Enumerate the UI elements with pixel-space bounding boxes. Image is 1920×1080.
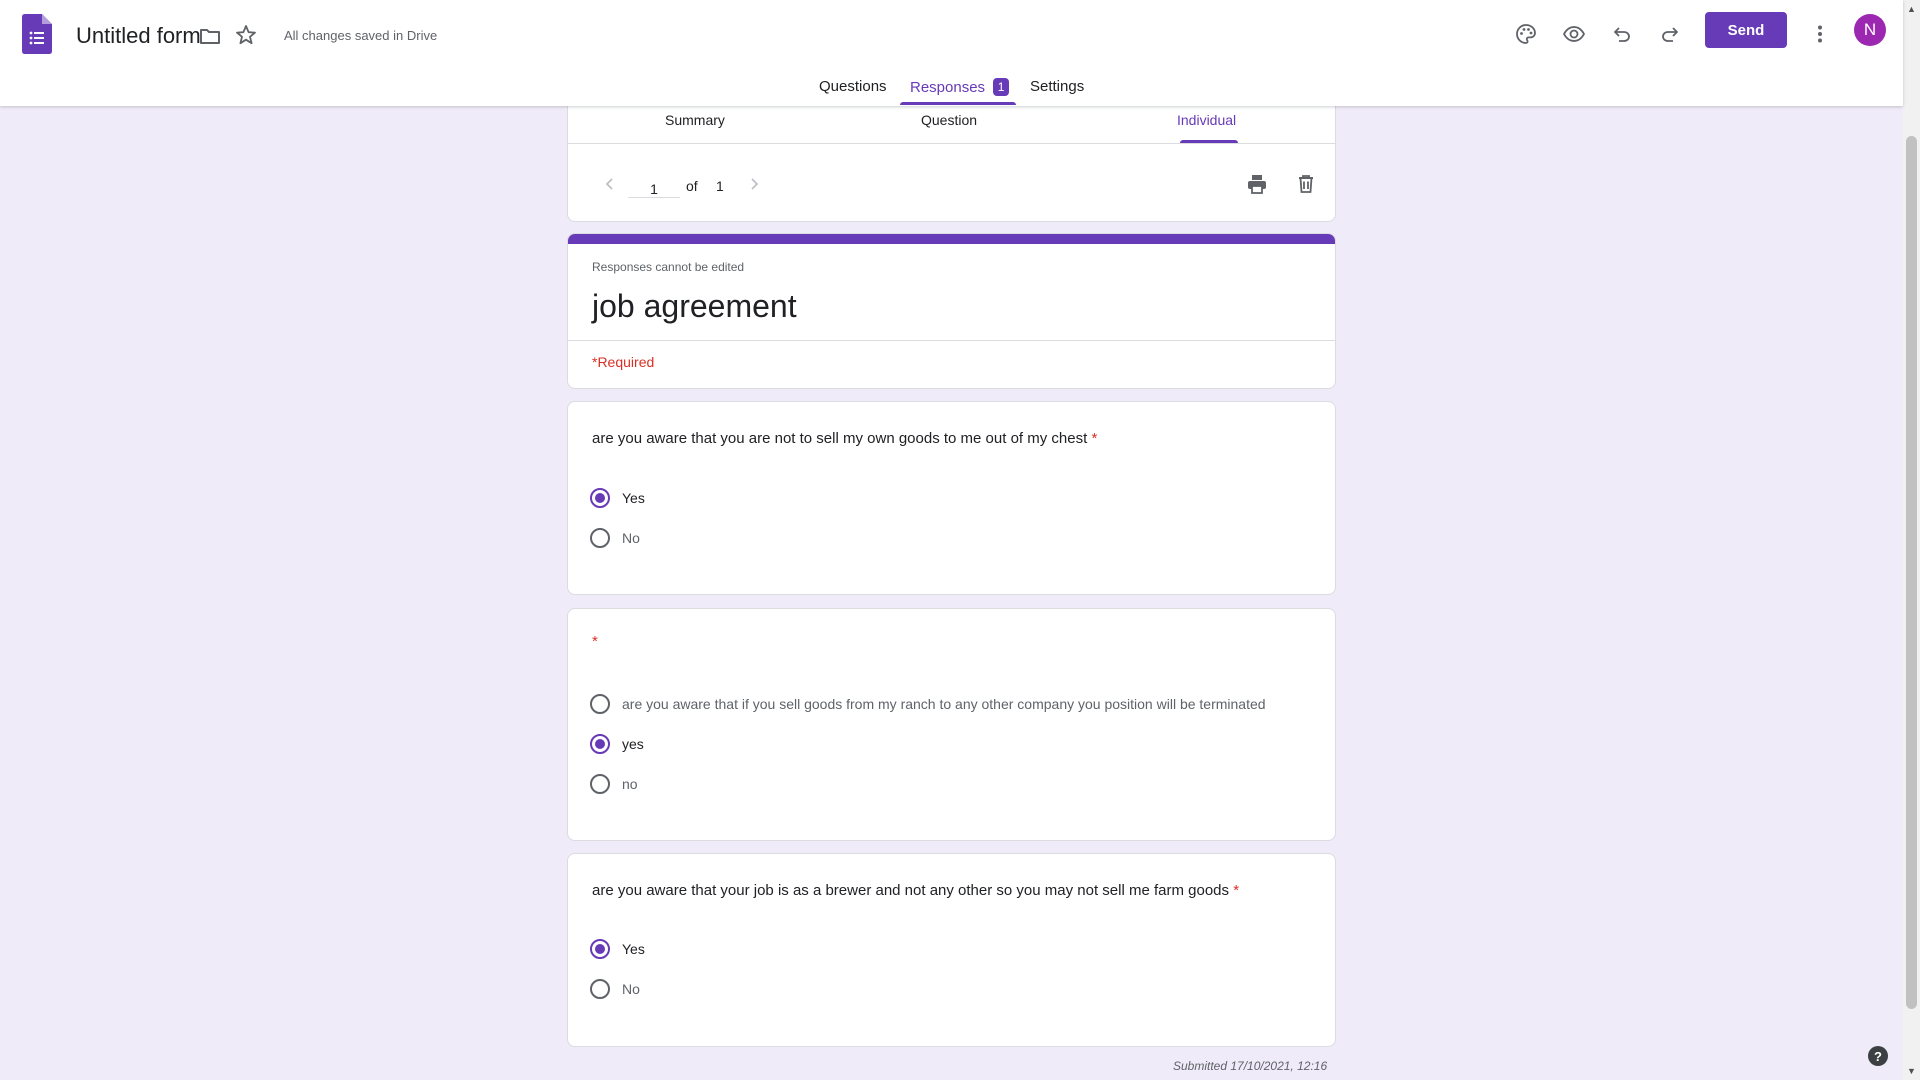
question-card-1: are you aware that you are not to sell m… [567,401,1336,595]
more-options-button[interactable] [1800,14,1840,54]
radio-option[interactable]: No [590,977,640,1001]
print-button[interactable] [1239,166,1275,202]
delete-response-button[interactable] [1288,166,1324,202]
forms-logo-icon[interactable] [22,14,52,54]
radio-option[interactable]: Yes [590,486,645,510]
option-label: Yes [622,490,645,506]
active-tab-indicator [900,102,1016,105]
question-card-2: * are you aware that if you sell goods f… [567,608,1336,841]
response-number-input[interactable] [628,174,680,198]
tab-responses[interactable]: Responses 1 [910,78,1010,96]
help-icon[interactable]: ? [1868,1046,1888,1066]
subtab-summary[interactable]: Summary [665,112,725,128]
radio-option[interactable]: No [590,526,640,550]
radio-option[interactable]: Yes [590,937,645,961]
option-label: No [622,530,640,546]
radio-checked-icon[interactable] [590,734,610,754]
question-title: are you aware that your job is as a brew… [592,882,1239,899]
radio-checked-icon[interactable] [590,488,610,508]
responses-count-badge: 1 [993,78,1010,96]
responses-nav-card: Summary Question Individual of 1 [567,96,1336,222]
app-header: Untitled form All changes saved in Drive… [0,0,1903,106]
question-title: are you aware that you are not to sell m… [592,430,1097,447]
palette-icon [1516,24,1536,44]
send-button[interactable]: Send [1705,12,1787,48]
palette-button[interactable] [1506,14,1546,54]
radio-unchecked-icon[interactable] [590,694,610,714]
chevron-right-icon[interactable] [742,172,766,196]
pager-of-label: of [686,178,698,194]
redo-icon [1662,27,1678,42]
required-note: *Required [592,354,655,370]
required-mark: * [1233,882,1240,899]
divider [568,143,1335,144]
scroll-down-arrow-icon[interactable]: ▼ [1907,1066,1916,1076]
divider [568,340,1335,341]
tab-settings[interactable]: Settings [1030,78,1084,95]
edit-note: Responses cannot be edited [592,260,745,274]
tab-questions[interactable]: Questions [819,78,887,95]
radio-unchecked-icon[interactable] [590,979,610,999]
radio-option[interactable]: no [590,772,638,796]
required-mark: * [592,633,598,650]
radio-option[interactable]: are you aware that if you sell goods fro… [590,692,1266,716]
page-scrollbar[interactable]: ▲ ▼ [1903,0,1920,1080]
form-title-card: Responses cannot be edited job agreement… [567,233,1336,389]
option-label: are you aware that if you sell goods fro… [622,696,1266,712]
trash-icon [1299,175,1313,193]
form-title[interactable]: Untitled form [76,23,201,49]
undo-icon [1614,27,1630,42]
radio-unchecked-icon[interactable] [590,528,610,548]
option-label: yes [622,736,644,752]
scroll-up-arrow-icon[interactable]: ▲ [1907,4,1916,14]
subtab-individual[interactable]: Individual [1177,112,1236,128]
question-text: are you aware that you are not to sell m… [592,430,1088,447]
preview-button[interactable] [1554,14,1594,54]
accent-bar [568,234,1335,244]
question-card-3: are you aware that your job is as a brew… [567,853,1336,1047]
required-mark: * [1091,430,1098,447]
star-icon[interactable] [234,23,258,47]
option-label: No [622,981,640,997]
scroll-thumb[interactable] [1906,136,1917,1009]
folder-icon[interactable] [198,24,222,48]
chevron-left-icon[interactable] [598,172,622,196]
more-vert-icon [1818,25,1822,43]
radio-option[interactable]: yes [590,732,644,756]
submitted-timestamp: Submitted 17/10/2021, 12:16 [1173,1059,1328,1073]
option-label: no [622,776,638,792]
pager-total: 1 [716,178,724,194]
radio-unchecked-icon[interactable] [590,774,610,794]
question-text: are you aware that your job is as a brew… [592,882,1230,899]
form-heading: job agreement [592,288,797,324]
save-status: All changes saved in Drive [284,28,438,43]
question-title: * [592,633,598,650]
redo-button[interactable] [1650,14,1690,54]
undo-button[interactable] [1602,14,1642,54]
avatar[interactable]: N [1854,14,1886,46]
radio-checked-icon[interactable] [590,939,610,959]
subtab-question[interactable]: Question [921,112,977,128]
tab-responses-label: Responses [910,79,986,96]
option-label: Yes [622,941,645,957]
eye-icon [1562,26,1586,42]
print-icon [1248,175,1266,194]
main-tabs: Questions Responses 1 Settings [0,68,1903,106]
